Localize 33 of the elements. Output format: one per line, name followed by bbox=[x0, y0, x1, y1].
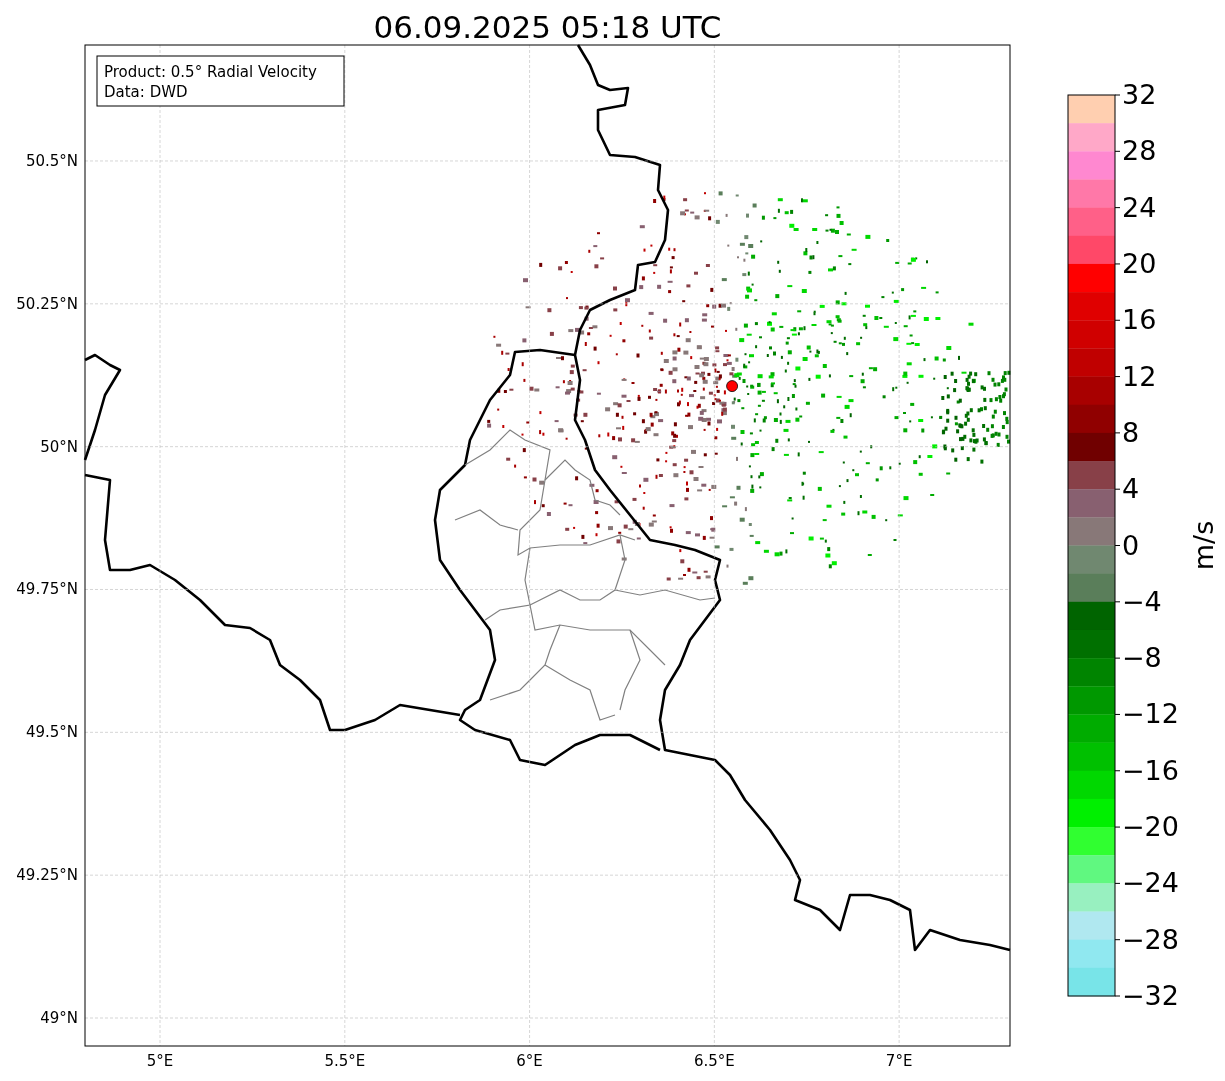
colorbar-tick-label: 4 bbox=[1122, 473, 1140, 505]
y-tick-label: 50.25°N bbox=[16, 294, 78, 313]
x-tick-label: 6°E bbox=[516, 1052, 543, 1070]
colorbar-tick-label: −20 bbox=[1122, 811, 1179, 843]
colorbar-tick-label: 16 bbox=[1122, 304, 1157, 336]
x-tick-label: 5°E bbox=[146, 1052, 174, 1070]
info-text: Data: DWD bbox=[104, 83, 188, 101]
y-tick-label: 49.25°N bbox=[16, 866, 78, 885]
colorbar-tick-label: −28 bbox=[1122, 923, 1179, 955]
colorbar-label: m/s bbox=[1188, 520, 1219, 571]
info-text: Product: 0.5° Radial Velocity bbox=[104, 63, 317, 81]
y-tick-label: 49.75°N bbox=[16, 580, 78, 599]
y-tick-label: 50.5°N bbox=[25, 152, 78, 170]
x-tick-label: 6.5°E bbox=[693, 1052, 735, 1070]
colorbar-tick-label: 12 bbox=[1122, 360, 1157, 392]
colorbar-tick-label: −16 bbox=[1122, 754, 1179, 786]
colorbar-tick-label: 8 bbox=[1122, 416, 1140, 448]
colorbar-tick-label: −12 bbox=[1122, 698, 1179, 730]
colorbar-tick-label: 24 bbox=[1122, 191, 1157, 223]
x-tick-label: 5.5°E bbox=[324, 1052, 366, 1070]
colorbar-tick-label: 32 bbox=[1122, 79, 1157, 110]
colorbar-tick-label: −24 bbox=[1122, 867, 1179, 899]
colorbar-tick-label: −4 bbox=[1122, 585, 1162, 617]
chart-title: 06.09.2025 05:18 UTC bbox=[373, 9, 722, 45]
y-tick-label: 49.5°N bbox=[25, 723, 78, 742]
x-tick-label: 7°E bbox=[885, 1052, 913, 1070]
y-tick-label: 49°N bbox=[40, 1009, 78, 1027]
colorbar-tick-label: −8 bbox=[1122, 642, 1162, 674]
colorbar-tick-label: 28 bbox=[1122, 135, 1157, 167]
colorbar-tick-label: 0 bbox=[1122, 529, 1140, 561]
colorbar-tick-label: −32 bbox=[1122, 980, 1179, 1011]
colorbar-tick-label: 20 bbox=[1122, 247, 1157, 279]
y-tick-label: 50°N bbox=[40, 437, 78, 456]
